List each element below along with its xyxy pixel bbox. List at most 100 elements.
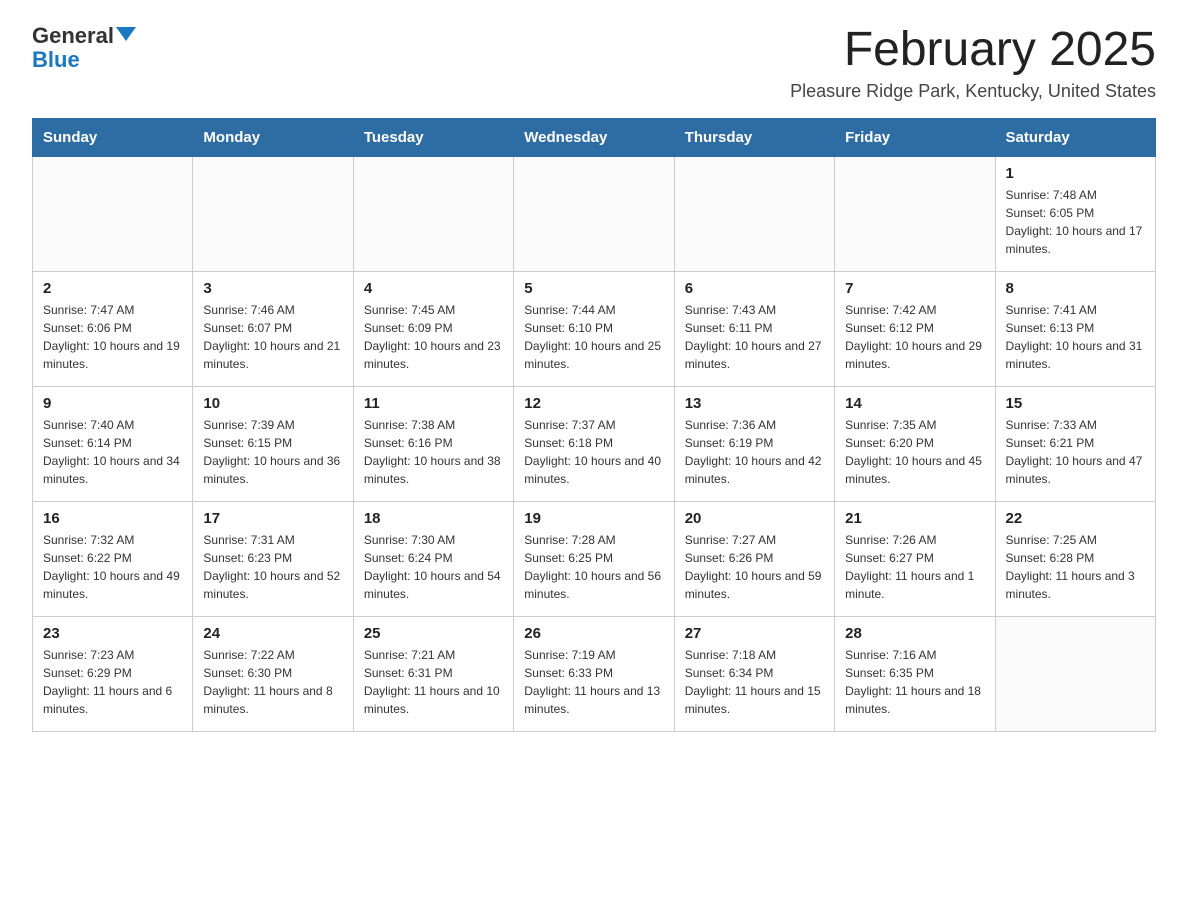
day-number: 22 xyxy=(1006,510,1145,527)
weekday-header-thursday: Thursday xyxy=(674,118,834,156)
calendar-cell: 17 Sunrise: 7:31 AMSunset: 6:23 PMDayligh… xyxy=(193,501,353,616)
calendar-cell: 12 Sunrise: 7:37 AMSunset: 6:18 PMDayligh… xyxy=(514,386,674,501)
day-info: Sunrise: 7:22 AMSunset: 6:30 PMDaylight:… xyxy=(203,646,342,718)
calendar-cell: 19Sunrise: 7:28 AMSunset: 6:25 PMDayligh… xyxy=(514,501,674,616)
calendar-week-row: 23 Sunrise: 7:23 AMSunset: 6:29 PMDayligh… xyxy=(33,616,1156,731)
day-number: 7 xyxy=(845,280,984,297)
weekday-header-wednesday: Wednesday xyxy=(514,118,674,156)
day-number: 13 xyxy=(685,395,824,412)
day-info: Sunrise: 7:28 AMSunset: 6:25 PMDaylight:… xyxy=(524,531,663,603)
day-number: 11 xyxy=(364,395,503,412)
weekday-header-row: SundayMondayTuesdayWednesdayThursdayFrid… xyxy=(33,118,1156,156)
day-number: 10 xyxy=(203,395,342,412)
day-info: Sunrise: 7:39 AMSunset: 6:15 PMDaylight:… xyxy=(203,416,342,488)
day-number: 18 xyxy=(364,510,503,527)
weekday-header-sunday: Sunday xyxy=(33,118,193,156)
day-number: 16 xyxy=(43,510,182,527)
day-number: 20 xyxy=(685,510,824,527)
day-info: Sunrise: 7:43 AMSunset: 6:11 PMDaylight:… xyxy=(685,301,824,373)
calendar-cell: 15 Sunrise: 7:33 AMSunset: 6:21 PMDayligh… xyxy=(995,386,1155,501)
day-info: Sunrise: 7:30 AMSunset: 6:24 PMDaylight:… xyxy=(364,531,503,603)
calendar-cell: 25 Sunrise: 7:21 AMSunset: 6:31 PMDayligh… xyxy=(353,616,513,731)
day-info: Sunrise: 7:37 AMSunset: 6:18 PMDaylight:… xyxy=(524,416,663,488)
day-info: Sunrise: 7:40 AMSunset: 6:14 PMDaylight:… xyxy=(43,416,182,488)
weekday-header-tuesday: Tuesday xyxy=(353,118,513,156)
calendar-subtitle: Pleasure Ridge Park, Kentucky, United St… xyxy=(790,81,1156,102)
day-number: 9 xyxy=(43,395,182,412)
calendar-week-row: 2Sunrise: 7:47 AMSunset: 6:06 PMDaylight… xyxy=(33,271,1156,386)
day-info: Sunrise: 7:21 AMSunset: 6:31 PMDaylight:… xyxy=(364,646,503,718)
calendar-cell: 26 Sunrise: 7:19 AMSunset: 6:33 PMDayligh… xyxy=(514,616,674,731)
calendar-cell: 14Sunrise: 7:35 AMSunset: 6:20 PMDayligh… xyxy=(835,386,995,501)
day-info: Sunrise: 7:26 AMSunset: 6:27 PMDaylight:… xyxy=(845,531,984,603)
day-info: Sunrise: 7:45 AMSunset: 6:09 PMDaylight:… xyxy=(364,301,503,373)
day-info: Sunrise: 7:48 AMSunset: 6:05 PMDaylight:… xyxy=(1006,186,1145,258)
day-number: 26 xyxy=(524,625,663,642)
calendar-table: SundayMondayTuesdayWednesdayThursdayFrid… xyxy=(32,118,1156,732)
day-info: Sunrise: 7:31 AMSunset: 6:23 PMDaylight:… xyxy=(203,531,342,603)
calendar-cell: 10 Sunrise: 7:39 AMSunset: 6:15 PMDayligh… xyxy=(193,386,353,501)
day-info: Sunrise: 7:36 AMSunset: 6:19 PMDaylight:… xyxy=(685,416,824,488)
calendar-cell xyxy=(514,156,674,271)
day-info: Sunrise: 7:44 AMSunset: 6:10 PMDaylight:… xyxy=(524,301,663,373)
calendar-cell: 3Sunrise: 7:46 AMSunset: 6:07 PMDaylight… xyxy=(193,271,353,386)
calendar-cell: 6 Sunrise: 7:43 AMSunset: 6:11 PMDaylight… xyxy=(674,271,834,386)
day-info: Sunrise: 7:38 AMSunset: 6:16 PMDaylight:… xyxy=(364,416,503,488)
day-number: 17 xyxy=(203,510,342,527)
day-number: 21 xyxy=(845,510,984,527)
day-info: Sunrise: 7:35 AMSunset: 6:20 PMDaylight:… xyxy=(845,416,984,488)
day-number: 2 xyxy=(43,280,182,297)
calendar-cell: 21 Sunrise: 7:26 AMSunset: 6:27 PMDayligh… xyxy=(835,501,995,616)
day-info: Sunrise: 7:19 AMSunset: 6:33 PMDaylight:… xyxy=(524,646,663,718)
calendar-cell: 28Sunrise: 7:16 AMSunset: 6:35 PMDayligh… xyxy=(835,616,995,731)
day-number: 3 xyxy=(203,280,342,297)
day-number: 8 xyxy=(1006,280,1145,297)
day-number: 15 xyxy=(1006,395,1145,412)
day-number: 4 xyxy=(364,280,503,297)
calendar-cell xyxy=(674,156,834,271)
calendar-cell: 4 Sunrise: 7:45 AMSunset: 6:09 PMDaylight… xyxy=(353,271,513,386)
logo-triangle-icon xyxy=(116,27,136,41)
day-info: Sunrise: 7:41 AMSunset: 6:13 PMDaylight:… xyxy=(1006,301,1145,373)
calendar-cell xyxy=(353,156,513,271)
calendar-cell: 5Sunrise: 7:44 AMSunset: 6:10 PMDaylight… xyxy=(514,271,674,386)
day-info: Sunrise: 7:25 AMSunset: 6:28 PMDaylight:… xyxy=(1006,531,1145,603)
calendar-week-row: 1 Sunrise: 7:48 AMSunset: 6:05 PMDaylight… xyxy=(33,156,1156,271)
calendar-cell: 11 Sunrise: 7:38 AMSunset: 6:16 PMDayligh… xyxy=(353,386,513,501)
day-info: Sunrise: 7:42 AMSunset: 6:12 PMDaylight:… xyxy=(845,301,984,373)
day-number: 1 xyxy=(1006,165,1145,182)
calendar-cell: 13 Sunrise: 7:36 AMSunset: 6:19 PMDayligh… xyxy=(674,386,834,501)
calendar-cell: 23 Sunrise: 7:23 AMSunset: 6:29 PMDayligh… xyxy=(33,616,193,731)
day-number: 6 xyxy=(685,280,824,297)
calendar-cell: 20 Sunrise: 7:27 AMSunset: 6:26 PMDayligh… xyxy=(674,501,834,616)
calendar-cell: 24Sunrise: 7:22 AMSunset: 6:30 PMDayligh… xyxy=(193,616,353,731)
logo-general-text: General xyxy=(32,24,114,48)
day-number: 25 xyxy=(364,625,503,642)
page-header: General Blue February 2025 Pleasure Ridg… xyxy=(32,24,1156,102)
calendar-cell: 7 Sunrise: 7:42 AMSunset: 6:12 PMDaylight… xyxy=(835,271,995,386)
calendar-title: February 2025 xyxy=(790,24,1156,77)
calendar-header: SundayMondayTuesdayWednesdayThursdayFrid… xyxy=(33,118,1156,156)
weekday-header-monday: Monday xyxy=(193,118,353,156)
calendar-cell: 9 Sunrise: 7:40 AMSunset: 6:14 PMDaylight… xyxy=(33,386,193,501)
calendar-week-row: 9 Sunrise: 7:40 AMSunset: 6:14 PMDaylight… xyxy=(33,386,1156,501)
day-info: Sunrise: 7:32 AMSunset: 6:22 PMDaylight:… xyxy=(43,531,182,603)
title-block: February 2025 Pleasure Ridge Park, Kentu… xyxy=(790,24,1156,102)
day-number: 27 xyxy=(685,625,824,642)
calendar-cell: 16 Sunrise: 7:32 AMSunset: 6:22 PMDayligh… xyxy=(33,501,193,616)
day-info: Sunrise: 7:16 AMSunset: 6:35 PMDaylight:… xyxy=(845,646,984,718)
calendar-cell xyxy=(193,156,353,271)
day-number: 23 xyxy=(43,625,182,642)
weekday-header-friday: Friday xyxy=(835,118,995,156)
day-info: Sunrise: 7:23 AMSunset: 6:29 PMDaylight:… xyxy=(43,646,182,718)
logo: General Blue xyxy=(32,24,136,72)
calendar-week-row: 16 Sunrise: 7:32 AMSunset: 6:22 PMDayligh… xyxy=(33,501,1156,616)
calendar-cell: 27Sunrise: 7:18 AMSunset: 6:34 PMDayligh… xyxy=(674,616,834,731)
day-info: Sunrise: 7:27 AMSunset: 6:26 PMDaylight:… xyxy=(685,531,824,603)
day-info: Sunrise: 7:33 AMSunset: 6:21 PMDaylight:… xyxy=(1006,416,1145,488)
calendar-cell: 8 Sunrise: 7:41 AMSunset: 6:13 PMDaylight… xyxy=(995,271,1155,386)
logo-blue-text: Blue xyxy=(32,48,80,72)
day-number: 12 xyxy=(524,395,663,412)
calendar-cell: 18 Sunrise: 7:30 AMSunset: 6:24 PMDayligh… xyxy=(353,501,513,616)
calendar-cell xyxy=(835,156,995,271)
